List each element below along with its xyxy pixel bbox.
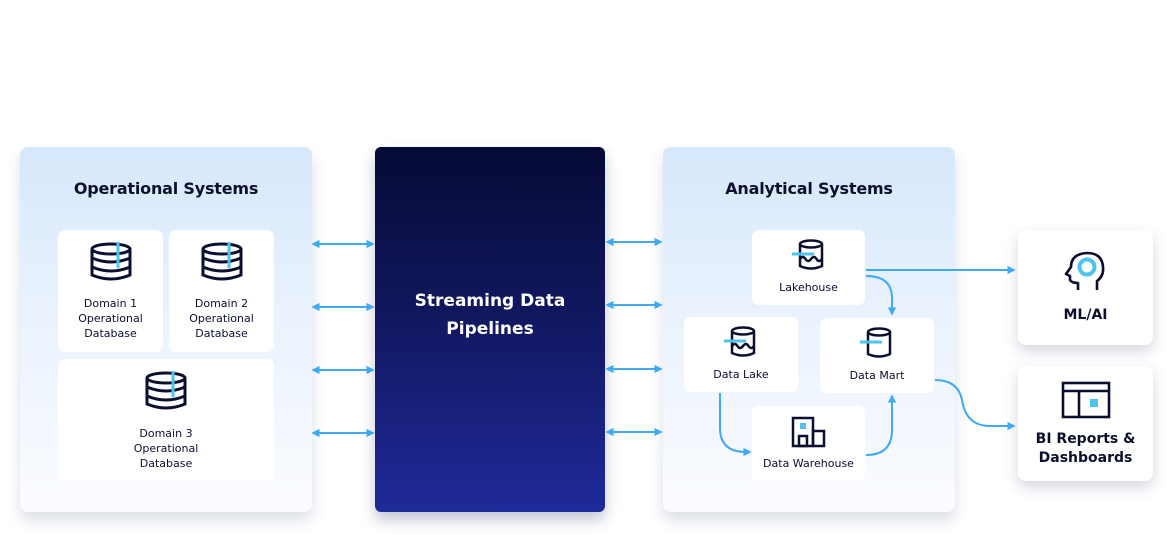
streaming-data-pipelines-title: Streaming Data Pipelines [400,287,580,343]
data-lake-icon [724,326,758,358]
domain-3-label-line3: Database [139,457,193,470]
data-mart-icon [860,327,894,359]
domain-2-label-line2: Operational [189,312,254,325]
data-warehouse-card[interactable]: Data Warehouse [752,406,865,481]
lakehouse-card[interactable]: Lakehouse [752,230,865,305]
ml-ai-label: ML/AI [1063,307,1108,323]
pipeline-title-line2: Pipelines [446,318,534,339]
ai-head-icon [1064,250,1108,294]
data-mart-card[interactable]: Data Mart [820,318,934,393]
pipeline-title-line1: Streaming Data [414,290,566,311]
dashboard-icon [1061,381,1111,419]
operational-systems-title: Operational Systems [73,179,259,198]
ml-ai-card[interactable]: ML/AI [1018,230,1153,345]
database-icon [144,371,188,411]
lakehouse-label: Lakehouse [779,281,838,294]
domain-2-label-line1: Domain 2 [194,297,249,310]
domain-3-database-card[interactable]: Domain 3 Operational Database [58,359,274,481]
domain-2-database-card[interactable]: Domain 2 Operational Database [169,230,274,352]
bi-label-line1: BI Reports & [1035,431,1136,447]
database-icon [200,242,244,282]
bi-label-line2: Dashboards [1038,450,1133,466]
lakehouse-icon [791,239,826,271]
domain-3-label-line2: Operational [133,442,199,455]
data-warehouse-label: Data Warehouse [763,457,854,470]
data-mart-label: Data Mart [849,369,905,382]
domain-1-label-line2: Operational [78,312,143,325]
domain-1-database-card[interactable]: Domain 1 Operational Database [58,230,163,352]
domain-1-label-line1: Domain 1 [83,297,138,310]
analytical-systems-panel: Analytical Systems Lakehouse Data Lake D… [663,147,955,512]
database-icon [89,242,133,282]
data-lake-label: Data Lake [713,368,769,381]
domain-1-label-line3: Database [84,327,137,340]
domain-2-label-line3: Database [195,327,248,340]
domain-3-label-line1: Domain 3 [139,427,193,440]
data-lake-card[interactable]: Data Lake [684,317,798,392]
analytical-systems-title: Analytical Systems [725,179,893,198]
bi-reports-card[interactable]: BI Reports & Dashboards [1018,366,1153,481]
warehouse-building-icon [791,416,827,448]
operational-systems-panel: Operational Systems Domain 1 Operational… [20,147,312,512]
streaming-data-pipelines-block[interactable]: Streaming Data Pipelines [375,147,605,512]
